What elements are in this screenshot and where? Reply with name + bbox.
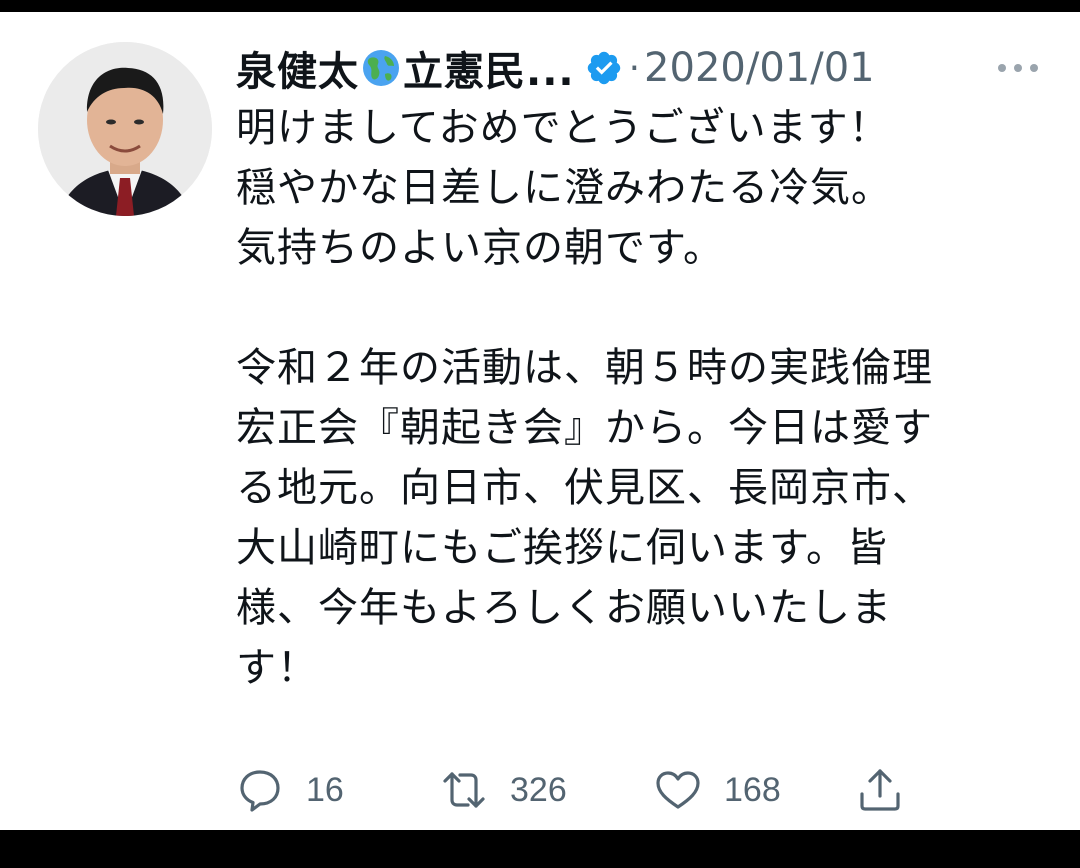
share-icon xyxy=(860,769,900,811)
share-button[interactable] xyxy=(856,760,904,820)
heart-icon xyxy=(656,771,700,809)
tweet-text: 明けましておめでとうございます！ 穏やかな日差しに澄みわたる冷気。 気持ちのよい… xyxy=(236,105,933,691)
like-count: 168 xyxy=(724,770,781,809)
retweet-count: 326 xyxy=(510,770,567,809)
author-name-suffix[interactable]: 立憲民... xyxy=(403,39,575,97)
retweet-icon xyxy=(443,772,485,808)
retweet-button[interactable]: 326 xyxy=(440,760,567,820)
timestamp[interactable]: 2020/01/01 xyxy=(644,45,875,91)
tweet-card[interactable]: 泉健太 立憲民... · 2020/01/01 明けましておめでとうございます！… xyxy=(0,12,1080,830)
reply-count: 16 xyxy=(306,770,344,809)
reply-button[interactable]: 16 xyxy=(236,760,344,820)
separator-dot: · xyxy=(628,47,641,89)
tweet-header: 泉健太 立憲民... · 2020/01/01 xyxy=(236,40,875,96)
globe-americas-icon xyxy=(361,48,401,88)
avatar[interactable] xyxy=(38,42,212,216)
like-button[interactable]: 168 xyxy=(654,760,781,820)
author-name[interactable]: 泉健太 xyxy=(236,39,359,97)
tweet-actions: 16 326 168 xyxy=(236,760,936,820)
reply-icon xyxy=(240,770,280,812)
verified-badge-icon xyxy=(587,51,620,85)
more-dots-icon[interactable] xyxy=(996,62,1040,74)
